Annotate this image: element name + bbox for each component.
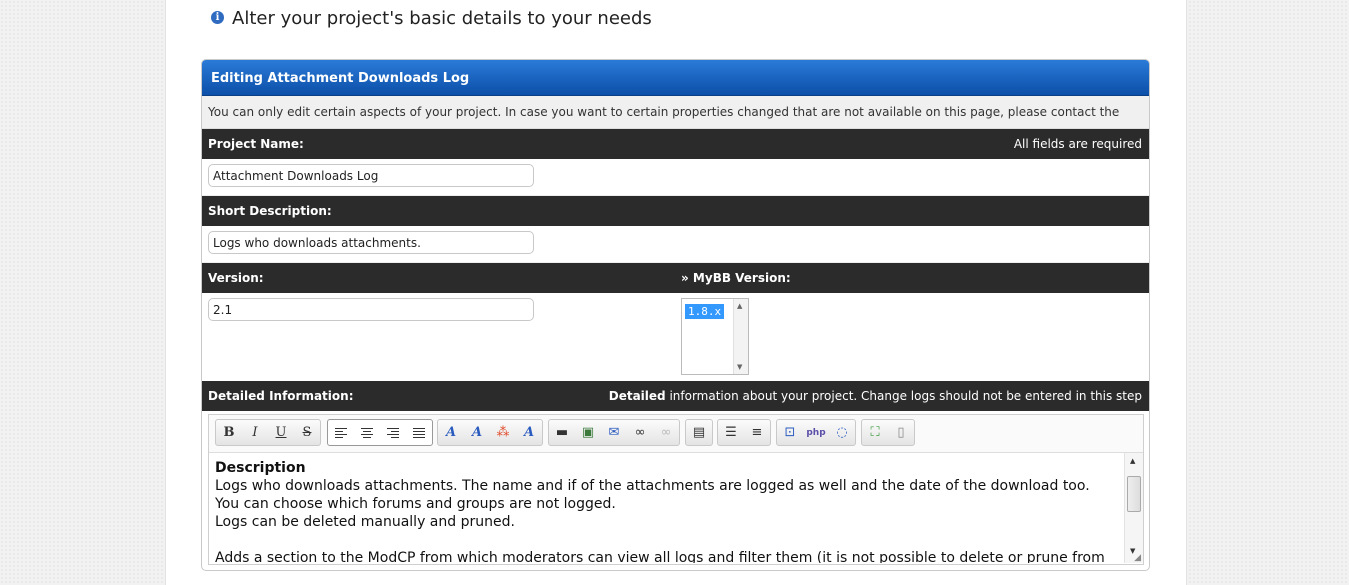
font-icon[interactable]: A — [438, 420, 464, 445]
mybb-version-select[interactable]: 1.8.x ▲ ▼ — [681, 298, 749, 375]
resize-grip-icon[interactable]: ◢ — [1134, 553, 1141, 563]
align-right-icon[interactable] — [380, 420, 406, 445]
media-group: ▤ — [685, 419, 713, 446]
version-header: Version: » MyBB Version: — [202, 263, 1149, 293]
bullet-list-icon[interactable]: ☰ — [718, 420, 744, 445]
version-row: 1.8.x ▲ ▼ — [202, 293, 1149, 381]
detailed-hint-text: information about your project. Change l… — [665, 389, 1142, 403]
font-group: A A ⁂ A — [437, 419, 543, 446]
listbox-scrollbar[interactable]: ▲ ▼ — [733, 299, 748, 374]
scroll-up-icon[interactable]: ▲ — [1130, 457, 1135, 465]
content-line — [215, 531, 1117, 549]
image-icon[interactable]: ▣ — [575, 420, 601, 445]
view-group: ⛶ ▯ — [861, 419, 915, 446]
short-description-label: Short Description: — [208, 204, 332, 218]
unlink-icon[interactable]: ∞ — [653, 420, 679, 445]
short-description-header: Short Description: — [202, 196, 1149, 226]
maximize-icon[interactable]: ⛶ — [862, 420, 888, 445]
color-icon[interactable]: ⁂ — [490, 420, 516, 445]
mybb-version-option[interactable]: 1.8.x — [685, 304, 725, 319]
font-size-icon[interactable]: A — [464, 420, 490, 445]
bold-icon[interactable]: B — [216, 420, 242, 445]
notice-text: Alter your project's basic details to yo… — [232, 8, 652, 29]
detailed-info-header: Detailed Information: Detailed informati… — [202, 381, 1149, 411]
project-name-row — [202, 159, 1149, 196]
scroll-up-icon[interactable]: ▲ — [737, 302, 742, 310]
content-line: Logs who downloads attachments. The name… — [215, 478, 1090, 494]
mybb-version-label: » MyBB Version: — [681, 271, 791, 285]
content-line: You can choose which forums and groups a… — [215, 496, 616, 512]
info-icon: i — [211, 10, 224, 24]
code-group: ⊡ php ◌ — [776, 419, 856, 446]
email-icon[interactable]: ✉ — [601, 420, 627, 445]
short-description-input[interactable] — [208, 231, 534, 254]
list-group: ☰ ≡ — [717, 419, 771, 446]
detailed-info-label: Detailed Information: — [208, 389, 354, 403]
horizontal-rule-icon[interactable]: ▬ — [549, 420, 575, 445]
content-line: Adds a section to the ModCP from which m… — [215, 550, 1105, 563]
format-group: B I U S — [215, 419, 321, 446]
detailed-hint-bold: Detailed — [608, 389, 666, 403]
project-name-header: Project Name: All fields are required — [202, 129, 1149, 159]
scroll-thumb[interactable] — [1127, 476, 1141, 512]
edit-project-panel: Editing Attachment Downloads Log You can… — [201, 59, 1150, 571]
video-icon[interactable]: ▤ — [686, 420, 712, 445]
php-icon[interactable]: php — [803, 420, 829, 445]
link-icon[interactable]: ∞ — [627, 420, 653, 445]
scroll-down-icon[interactable]: ▼ — [737, 363, 742, 371]
notice: i Alter your project's basic details to … — [211, 8, 652, 29]
required-hint: All fields are required — [1013, 137, 1142, 151]
project-name-label: Project Name: — [208, 137, 304, 151]
code-icon[interactable]: ⊡ — [777, 420, 803, 445]
align-left-icon[interactable] — [328, 420, 354, 445]
panel-note: You can only edit certain aspects of you… — [202, 96, 1149, 151]
strikethrough-icon[interactable]: S — [294, 420, 320, 445]
short-description-row — [202, 226, 1149, 263]
remove-format-icon[interactable]: A — [516, 420, 542, 445]
underline-icon[interactable]: U — [268, 420, 294, 445]
align-center-icon[interactable] — [354, 420, 380, 445]
version-input[interactable] — [208, 298, 534, 321]
editor-content[interactable]: Description Logs who downloads attachmen… — [209, 453, 1117, 563]
source-icon[interactable]: ▯ — [888, 420, 914, 445]
version-label: Version: — [208, 271, 264, 285]
detailed-info-hint: Detailed information about your project.… — [609, 381, 1142, 411]
numbered-list-icon[interactable]: ≡ — [744, 420, 770, 445]
content-line: Logs can be deleted manually and pruned. — [215, 514, 515, 530]
page-container: i Alter your project's basic details to … — [165, 0, 1187, 585]
rich-text-editor[interactable]: B I U S A A ⁂ A ▬ ▣ ✉ ∞ ∞ ▤ ☰ ≡ ⊡ php ◌ … — [208, 414, 1144, 565]
quote-icon[interactable]: ◌ — [829, 420, 855, 445]
content-heading: Description — [215, 460, 306, 476]
insert-group: ▬ ▣ ✉ ∞ ∞ — [548, 419, 680, 446]
panel-title: Editing Attachment Downloads Log — [202, 60, 1149, 96]
editor-toolbar: B I U S A A ⁂ A ▬ ▣ ✉ ∞ ∞ ▤ ☰ ≡ ⊡ php ◌ … — [209, 415, 1143, 453]
justify-icon[interactable] — [406, 420, 432, 445]
align-group — [327, 419, 433, 446]
project-name-input[interactable] — [208, 164, 534, 187]
editor-scrollbar[interactable]: ▲ ▼ — [1124, 453, 1143, 563]
italic-icon[interactable]: I — [242, 420, 268, 445]
